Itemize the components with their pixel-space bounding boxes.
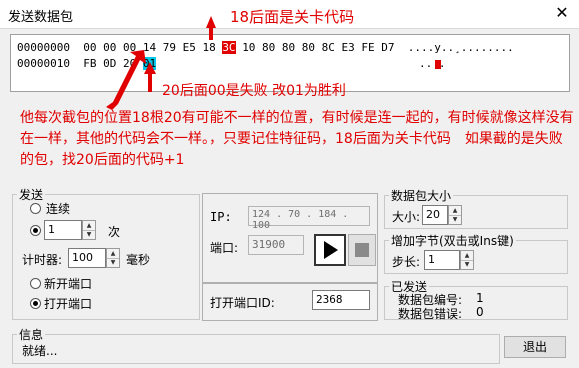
add-bytes-legend: 增加字节(双击或Ins键) [391, 234, 514, 248]
hex-byte-result: 01 [142, 57, 157, 70]
hex-line-2: 00000010 FB 0D 20 01 [17, 57, 157, 70]
continuous-radio[interactable] [30, 203, 41, 214]
count-spinner[interactable]: ▲ ▼ [82, 220, 96, 240]
play-button[interactable] [314, 234, 346, 266]
step-input[interactable]: 1 [424, 250, 460, 270]
spin-down-icon[interactable]: ▼ [107, 258, 119, 267]
stop-button[interactable] [348, 234, 376, 266]
hex-ascii: .. . [419, 57, 446, 70]
open-port-id-label: 打开端口ID: [210, 296, 275, 310]
ip-label: IP: [210, 210, 232, 224]
packet-error-label: 数据包错误: [398, 307, 463, 321]
packet-error-value: 0 [476, 305, 484, 319]
count-unit: 次 [108, 225, 121, 239]
hex-byte-level-code: 3C [222, 41, 236, 54]
hex-line-1: 00000000 00 00 00 14 79 E5 18 3C 10 80 8… [17, 41, 514, 54]
info-group: 信息 [12, 326, 500, 364]
hex-bytes: 00 00 00 14 79 E5 18 [83, 41, 216, 54]
open-port-label: 打开端口 [44, 297, 93, 311]
play-icon [324, 241, 338, 259]
packet-size-legend: 数据包大小 [391, 189, 452, 203]
step-spinner[interactable]: ▲ ▼ [460, 250, 474, 270]
status-text: 就绪... [22, 344, 58, 358]
ascii-highlight-marker [435, 60, 441, 69]
open-port-id-field[interactable]: 2368 [312, 290, 370, 310]
annotation-fail-win: 20后面00是失败 改01为胜利 [162, 83, 346, 99]
count-radio[interactable] [30, 225, 41, 236]
ip-field: 124 . 70 . 184 . 100 [248, 206, 370, 231]
hex-address: 00000000 [17, 41, 70, 54]
annotation-level-code: 18后面是关卡代码 [230, 8, 355, 26]
port-label: 端口: [210, 241, 239, 255]
new-port-label: 新开端口 [44, 277, 93, 291]
hex-address: 00000010 [17, 57, 70, 70]
count-input[interactable]: 1 [44, 220, 82, 240]
new-port-radio[interactable] [30, 278, 41, 289]
spin-down-icon[interactable]: ▼ [83, 230, 95, 239]
timer-label: 计时器: [22, 253, 63, 267]
size-input[interactable]: 20 [422, 205, 448, 225]
step-label: 步长: [392, 255, 421, 269]
continuous-label: 连续 [46, 202, 71, 216]
close-icon[interactable]: ✕ [548, 2, 576, 24]
divider [202, 282, 378, 284]
spin-down-icon[interactable]: ▼ [461, 260, 473, 269]
spin-down-icon[interactable]: ▼ [449, 215, 461, 224]
info-legend: 信息 [19, 328, 44, 342]
exit-button[interactable]: 退出 [504, 336, 566, 358]
stop-icon [355, 243, 369, 257]
timer-input[interactable]: 100 [68, 248, 106, 268]
packet-no-value: 1 [476, 291, 484, 305]
port-field: 31900 [248, 235, 304, 255]
size-spinner[interactable]: ▲ ▼ [448, 205, 462, 225]
hex-ascii: ....y..¸........ [407, 41, 514, 54]
hex-bytes: FB 0D 20 [83, 57, 137, 70]
open-port-radio[interactable] [30, 298, 41, 309]
hex-bytes: 10 80 80 80 8C E3 FE D7 [242, 41, 395, 54]
annotation-explanation: 他每次截包的位置18根20有可能不一样的位置，有时候是连一起的，有时候就像这样没… [20, 110, 574, 168]
timer-spinner[interactable]: ▲ ▼ [106, 248, 120, 268]
size-label: 大小: [392, 210, 421, 224]
window-title: 发送数据包 [8, 10, 74, 25]
timer-unit: 毫秒 [126, 253, 151, 267]
send-group-legend: 发送 [19, 188, 44, 202]
